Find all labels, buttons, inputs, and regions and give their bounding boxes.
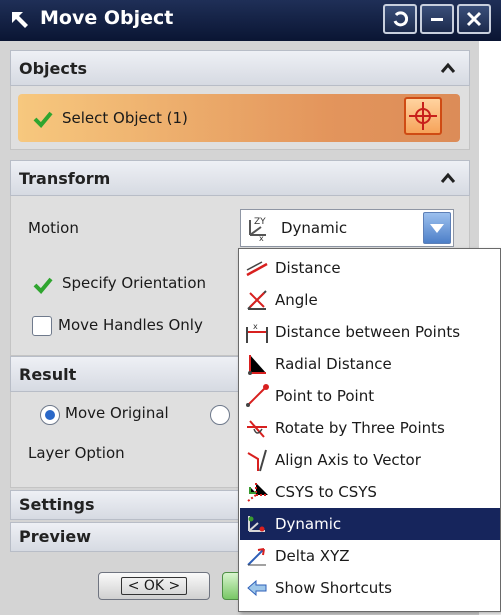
motion-option-distance[interactable]: Distance — [240, 252, 500, 284]
collapse-icon[interactable] — [437, 167, 459, 189]
dynamic-icon: ZY x — [249, 217, 266, 241]
minimize-icon — [431, 18, 443, 21]
close-icon — [466, 11, 482, 27]
point-to-point-icon — [246, 384, 269, 407]
motion-dropdown[interactable]: ZY x Dynamic — [240, 209, 454, 247]
dropdown-arrow-button[interactable] — [423, 212, 451, 244]
close-button[interactable] — [457, 4, 491, 34]
ok-button-label: < OK > — [120, 577, 188, 595]
select-object-label: Select Object (1) — [62, 109, 188, 127]
radial-distance-icon — [248, 355, 266, 375]
align-axis-icon — [247, 449, 267, 472]
motion-option-distance-between-points[interactable]: x Distance between Points — [240, 316, 500, 348]
move-cursor-icon — [12, 12, 28, 28]
distance-between-points-icon: x — [246, 322, 268, 343]
svg-text:x: x — [253, 322, 258, 331]
csys-icon — [247, 483, 268, 502]
result-header-label: Result — [19, 365, 77, 384]
motion-option-angle[interactable]: Angle — [240, 284, 500, 316]
rotate-three-points-icon — [247, 420, 267, 438]
motion-option-align-axis-to-vector[interactable]: Align Axis to Vector — [240, 444, 500, 476]
title-bar[interactable]: Move Object — [0, 0, 501, 41]
motion-options-list: Distance Angle x Distance between Points… — [238, 248, 501, 612]
delta-xyz-icon — [247, 548, 266, 566]
motion-option-dynamic[interactable]: Dynamic — [240, 508, 500, 540]
dynamic-icon — [248, 516, 265, 532]
minimize-button[interactable] — [420, 4, 454, 34]
motion-option-point-to-point[interactable]: Point to Point — [240, 380, 500, 412]
layer-option-label: Layer Option — [28, 444, 125, 462]
select-object-button[interactable] — [404, 97, 442, 135]
transform-header-label: Transform — [19, 169, 111, 188]
chevron-down-icon — [430, 224, 444, 233]
transform-section-header[interactable]: Transform — [10, 160, 470, 196]
settings-header-label: Settings — [19, 495, 95, 514]
checkmark-icon — [33, 277, 53, 294]
motion-label: Motion — [28, 219, 79, 237]
motion-option-delta-xyz[interactable]: Delta XYZ — [240, 540, 500, 572]
specify-orientation-label[interactable]: Specify Orientation — [62, 274, 206, 292]
collapse-icon[interactable] — [437, 57, 459, 79]
motion-option-show-shortcuts[interactable]: Show Shortcuts — [240, 572, 500, 604]
svg-text:x: x — [259, 234, 264, 241]
move-original-label[interactable]: Move Original — [65, 404, 169, 422]
window-title: Move Object — [40, 7, 174, 29]
motion-option-rotate-by-three-points[interactable]: Rotate by Three Points — [240, 412, 500, 444]
motion-option-csys-to-csys[interactable]: CSYS to CSYS — [240, 476, 500, 508]
undo-icon — [393, 11, 408, 27]
objects-section-header[interactable]: Objects — [10, 50, 470, 86]
copy-original-radio[interactable] — [210, 405, 230, 425]
motion-option-radial-distance[interactable]: Radial Distance — [240, 348, 500, 380]
distance-icon — [246, 261, 268, 277]
objects-header-label: Objects — [19, 59, 88, 78]
move-handles-only-label[interactable]: Move Handles Only — [58, 316, 203, 334]
angle-icon — [247, 290, 267, 310]
preview-header-label: Preview — [19, 527, 92, 546]
move-handles-only-checkbox[interactable] — [32, 316, 52, 336]
move-original-radio[interactable] — [40, 405, 60, 425]
svg-text:ZY: ZY — [254, 217, 266, 227]
crosshair-icon — [409, 102, 437, 130]
reset-button[interactable] — [383, 4, 417, 34]
ok-button[interactable]: < OK > — [98, 572, 210, 600]
motion-value: Dynamic — [281, 219, 348, 237]
show-shortcuts-icon — [247, 579, 267, 597]
checkmark-icon — [33, 111, 53, 128]
